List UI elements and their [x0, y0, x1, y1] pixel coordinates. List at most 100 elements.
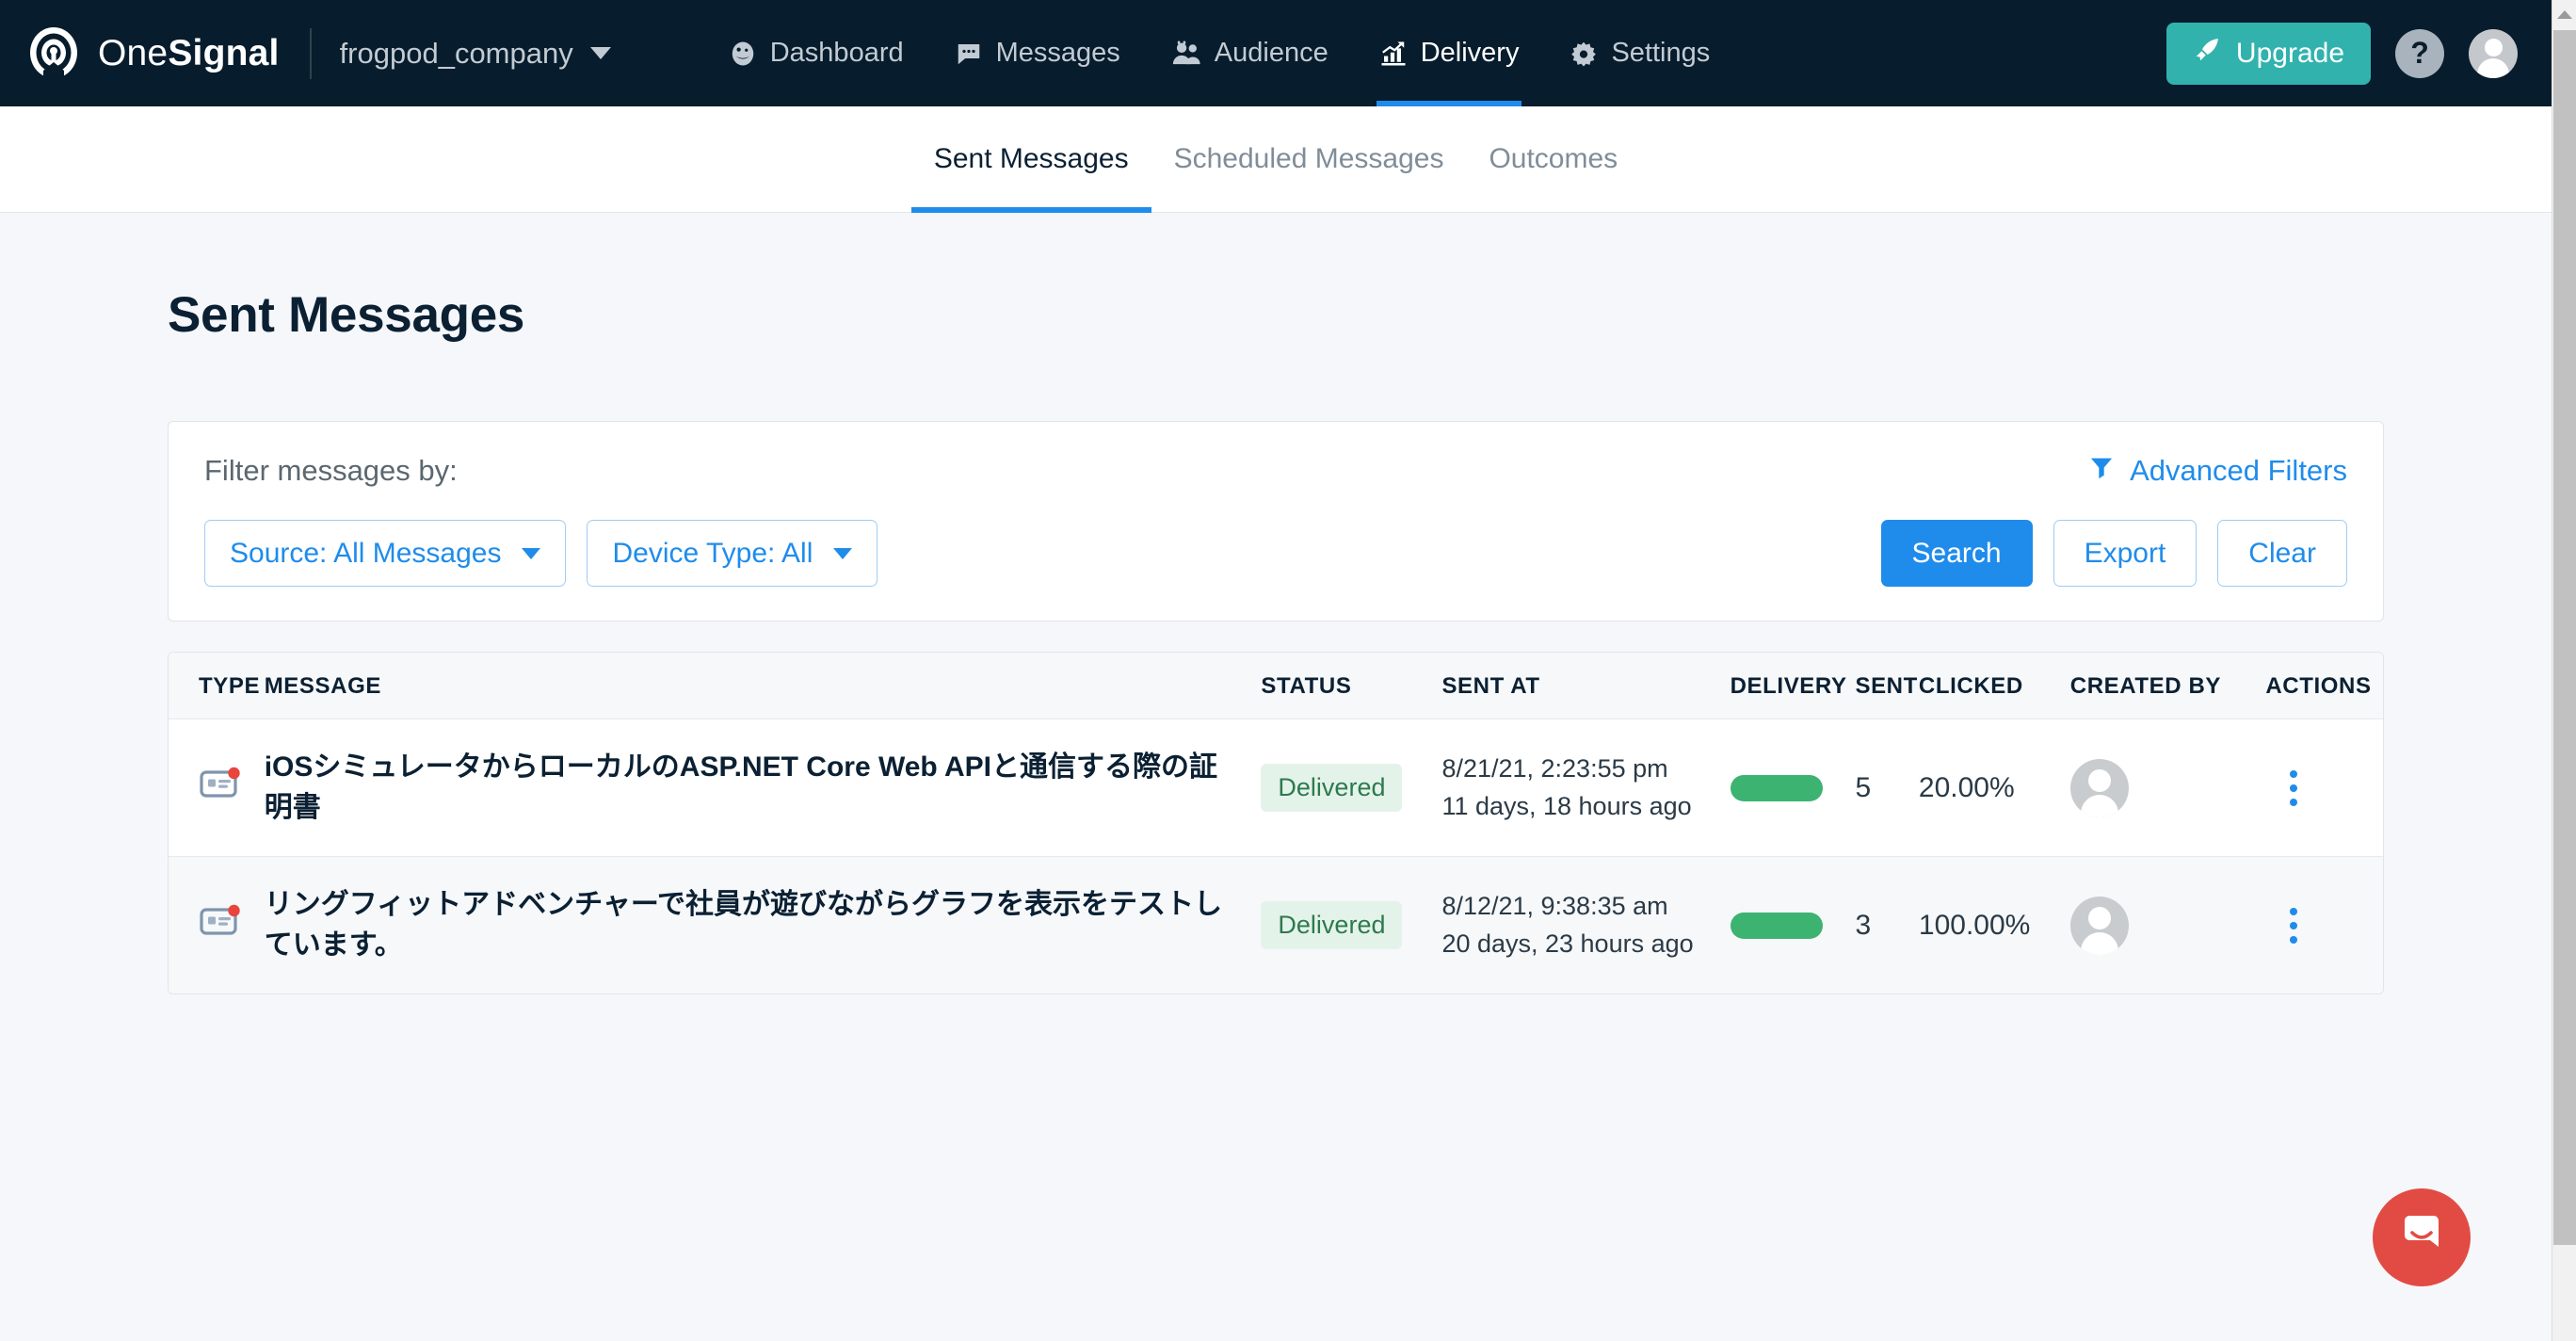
column-header-type: TYPE [169, 653, 265, 719]
tab-outcomes[interactable]: Outcomes [1466, 106, 1640, 213]
nav-item-audience[interactable]: Audience [1146, 0, 1354, 106]
delivery-progress-bar [1730, 774, 1823, 801]
tab-label: Scheduled Messages [1173, 143, 1444, 174]
column-header-actions: ACTIONS [2265, 653, 2383, 719]
sent-at-relative: 20 days, 23 hours ago [1441, 929, 1694, 958]
avatar-body [2080, 794, 2118, 817]
upgrade-button[interactable]: Upgrade [2165, 22, 2371, 85]
intercom-chat-launcher[interactable] [2373, 1188, 2471, 1286]
sent-at-timestamp: 8/12/21, 9:38:35 am [1441, 891, 1668, 920]
column-header-status: STATUS [1261, 653, 1442, 719]
page-scrollbar[interactable] [2552, 0, 2576, 1341]
cell-actions [2265, 856, 2383, 994]
nav-item-messages[interactable]: Messages [929, 0, 1146, 106]
cell-clicked: 100.00% [1918, 856, 2070, 994]
app-selector-label: frogpod_company [339, 36, 573, 70]
top-nav-right-group: Upgrade ? [2165, 22, 2518, 85]
cell-status: Delivered [1261, 856, 1442, 994]
table-head: TYPE MESSAGE STATUS SENT AT DELIVERY SEN… [169, 653, 2383, 719]
cell-sent-at: 8/21/21, 2:23:55 pm 11 days, 18 hours ag… [1441, 719, 1731, 858]
user-avatar[interactable] [2469, 28, 2518, 78]
nav-item-label: Delivery [1420, 38, 1520, 68]
search-button[interactable]: Search [1880, 520, 2033, 587]
cell-sent-at: 8/12/21, 9:38:35 am 20 days, 23 hours ag… [1441, 856, 1731, 994]
sent-count: 5 [1855, 771, 1872, 803]
message-title: iOSシミュレータからローカルのASP.NET Core Web APIと通信す… [264, 751, 1217, 823]
cell-delivery [1730, 856, 1856, 994]
table-row[interactable]: iOSシミュレータからローカルのASP.NET Core Web APIと通信す… [169, 719, 2383, 858]
primary-nav: Dashboard Messages Audience Delivery Set… [703, 0, 1736, 106]
scrollbar-up-arrow-icon[interactable] [2552, 0, 2576, 28]
nav-item-settings[interactable]: Settings [1544, 0, 1735, 106]
brand-name-one: One [98, 32, 169, 73]
filter-panel-header: Filter messages by: Advanced Filters [204, 454, 2347, 488]
clear-button[interactable]: Clear [2217, 520, 2347, 587]
table-row[interactable]: リングフィットアドベンチャーで社員が遊びながらグラフを表示をテストしています。 … [169, 856, 2383, 994]
brand-name: OneSignal [98, 33, 280, 74]
dashboard-gauge-icon [729, 40, 757, 68]
chevron-down-icon [522, 547, 541, 559]
cell-created-by [2069, 719, 2266, 858]
page-content: Sent Messages Filter messages by: Advanc… [0, 286, 2552, 995]
upgrade-button-label: Upgrade [2235, 37, 2344, 69]
messages-table: TYPE MESSAGE STATUS SENT AT DELIVERY SEN… [169, 653, 2383, 994]
avatar-body [2477, 57, 2509, 78]
nav-item-delivery[interactable]: Delivery [1354, 0, 1545, 106]
chat-bubble-icon [955, 40, 983, 68]
cell-delivery [1730, 719, 1856, 858]
cell-sent: 3 [1855, 856, 1919, 994]
cell-message: リングフィットアドベンチャーで社員が遊びながらグラフを表示をテストしています。 [264, 856, 1262, 994]
brand-logo[interactable]: OneSignal [26, 26, 280, 81]
chevron-down-icon [833, 547, 853, 559]
source-filter-label: Source: All Messages [230, 537, 502, 569]
scrollbar-thumb[interactable] [2553, 30, 2576, 1245]
help-icon[interactable]: ? [2395, 28, 2444, 78]
web-push-notification-icon [199, 905, 242, 945]
delivery-progress-bar [1730, 912, 1823, 939]
avatar-head [2087, 768, 2111, 792]
device-type-filter-select[interactable]: Device Type: All [587, 520, 878, 587]
intercom-chat-icon [2396, 1210, 2447, 1266]
status-badge: Delivered [1261, 764, 1403, 813]
device-type-filter-label: Device Type: All [612, 537, 813, 569]
brand-name-signal: Signal [168, 32, 280, 73]
clicked-rate: 100.00% [1918, 909, 2031, 941]
nav-item-dashboard[interactable]: Dashboard [703, 0, 929, 106]
people-icon [1171, 40, 1201, 68]
tab-scheduled-messages[interactable]: Scheduled Messages [1151, 106, 1467, 213]
advanced-filters-link[interactable]: Advanced Filters [2088, 454, 2347, 488]
cell-type [169, 856, 265, 994]
column-header-created-by: CREATED BY [2069, 653, 2266, 719]
cell-type [169, 719, 265, 858]
onesignal-logo-icon [26, 26, 81, 81]
status-badge: Delivered [1261, 901, 1403, 950]
avatar-body [2080, 931, 2118, 955]
filter-action-buttons: Search Export Clear [1880, 520, 2347, 587]
advanced-filters-label: Advanced Filters [2130, 454, 2347, 487]
nav-item-label: Settings [1611, 38, 1711, 68]
row-actions-menu-icon[interactable] [2290, 907, 2298, 944]
filter-selects: Source: All Messages Device Type: All [204, 520, 878, 587]
sent-at-timestamp: 8/21/21, 2:23:55 pm [1441, 753, 1668, 783]
tab-sent-messages[interactable]: Sent Messages [910, 106, 1151, 213]
gear-icon [1570, 40, 1598, 68]
cell-actions [2265, 719, 2383, 858]
cell-message: iOSシミュレータからローカルのASP.NET Core Web APIと通信す… [264, 719, 1262, 858]
page-title: Sent Messages [168, 287, 525, 343]
cell-status: Delivered [1261, 719, 1442, 858]
web-push-notification-icon [199, 767, 242, 808]
app-selector[interactable]: frogpod_company [340, 37, 611, 71]
source-filter-select[interactable]: Source: All Messages [204, 520, 567, 587]
tab-label: Outcomes [1489, 143, 1618, 174]
sent-at-relative: 11 days, 18 hours ago [1441, 791, 1692, 820]
creator-avatar [2069, 758, 2129, 817]
nav-item-label: Dashboard [769, 38, 904, 68]
secondary-nav: Sent Messages Scheduled Messages Outcome… [0, 106, 2552, 213]
row-actions-menu-icon[interactable] [2290, 769, 2298, 806]
brand-divider [309, 27, 312, 79]
export-button[interactable]: Export [2053, 520, 2198, 587]
creator-avatar [2069, 896, 2129, 955]
column-header-sent-at: SENT AT [1441, 653, 1731, 719]
filter-panel: Filter messages by: Advanced Filters Sou… [168, 421, 2384, 622]
table-header-row: TYPE MESSAGE STATUS SENT AT DELIVERY SEN… [169, 653, 2383, 719]
